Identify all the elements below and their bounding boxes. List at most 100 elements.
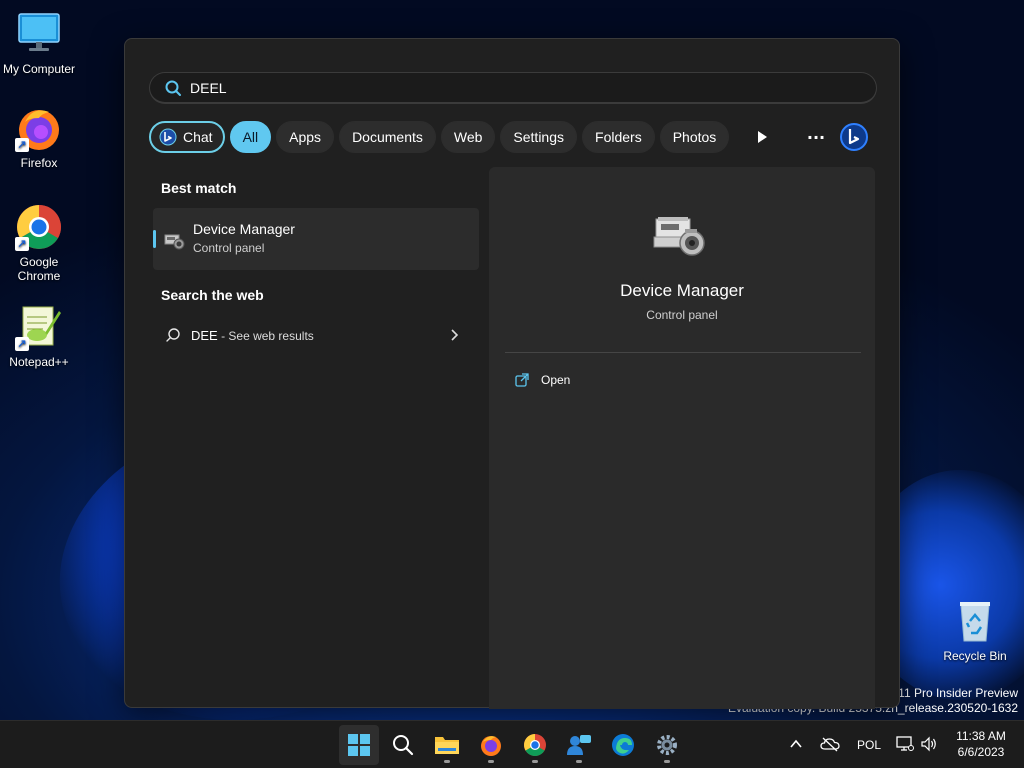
- open-action-label: Open: [541, 373, 571, 387]
- filter-label: Photos: [672, 129, 717, 145]
- network-status[interactable]: [896, 736, 914, 756]
- filter-apps[interactable]: Apps: [276, 121, 335, 153]
- device-manager-large-icon: [653, 217, 705, 256]
- desktop-icon-label: Recycle Bin: [943, 649, 1007, 663]
- web-result-text: DEE - See web results: [191, 328, 314, 343]
- search-icon: [165, 80, 181, 96]
- preview-subtitle: Control panel: [646, 308, 718, 322]
- folder-icon: [435, 737, 459, 754]
- taskbar-edge[interactable]: [603, 725, 643, 765]
- monitor-icon: [15, 10, 63, 58]
- scroll-filters-button[interactable]: [749, 121, 775, 153]
- filter-chat[interactable]: Chat: [149, 121, 225, 153]
- shortcut-arrow-icon: ↗: [15, 138, 29, 152]
- firefox-icon: [481, 736, 501, 756]
- bing-chat-icon: [159, 128, 177, 146]
- taskbar: POL 11:38 AM 6/6/2023: [0, 720, 1024, 768]
- taskbar-chrome[interactable]: [515, 725, 555, 765]
- open-external-icon: [515, 373, 529, 387]
- filter-label: Folders: [595, 129, 642, 145]
- filter-bar: Chat All Apps Documents Web Settings Fol…: [149, 121, 730, 153]
- taskbar-settings[interactable]: [647, 725, 687, 765]
- filter-label: Documents: [352, 129, 423, 145]
- running-indicator: [532, 760, 538, 763]
- desktop-icon-firefox[interactable]: ↗ Firefox: [0, 104, 79, 170]
- desktop-icon-label: My Computer: [2, 62, 76, 76]
- network-icon: [896, 736, 914, 751]
- volume-control[interactable]: [920, 736, 938, 756]
- running-indicator: [444, 760, 450, 763]
- web-result-query: DEE: [191, 327, 218, 343]
- desktop-icon-label: Google Chrome: [17, 255, 61, 283]
- shortcut-arrow-icon: ↗: [15, 337, 29, 351]
- filter-label: Apps: [289, 129, 322, 145]
- web-result-suffix: - See web results: [217, 328, 314, 343]
- search-web-heading: Search the web: [161, 287, 264, 303]
- filter-settings[interactable]: Settings: [500, 121, 578, 153]
- search-icon: [393, 735, 414, 756]
- edge-icon: [612, 734, 634, 756]
- people-icon: [567, 735, 591, 755]
- language-indicator[interactable]: POL: [857, 738, 881, 752]
- clock-date[interactable]: 6/6/2023: [951, 745, 1011, 759]
- chevron-up-icon: [790, 739, 802, 748]
- open-action[interactable]: Open: [515, 373, 570, 387]
- filter-web[interactable]: Web: [440, 121, 496, 153]
- device-manager-icon: [164, 234, 185, 250]
- chevron-right-icon: [451, 329, 459, 341]
- show-hidden-icons-button[interactable]: [788, 736, 804, 756]
- firefox-icon: ↗: [15, 104, 63, 152]
- recycle-bin-icon: [951, 597, 999, 645]
- filter-label: Settings: [513, 129, 565, 145]
- running-indicator: [664, 760, 670, 763]
- filter-documents[interactable]: Documents: [339, 121, 436, 153]
- desktop-icon-label: Firefox: [20, 156, 58, 170]
- taskbar-people-app[interactable]: [559, 725, 599, 765]
- shortcut-arrow-icon: ↗: [15, 237, 29, 251]
- desktop-icon-label: Notepad++: [9, 355, 69, 369]
- best-match-heading: Best match: [161, 180, 237, 196]
- taskbar-file-explorer[interactable]: [427, 725, 467, 765]
- result-title: Device Manager: [193, 221, 295, 237]
- filter-all[interactable]: All: [229, 121, 272, 153]
- best-match-result[interactable]: Device Manager Control panel: [153, 208, 479, 270]
- windows-logo-icon: [348, 734, 370, 756]
- chrome-icon: ↗: [15, 203, 63, 251]
- desktop-icon-chrome[interactable]: ↗ Google Chrome: [0, 203, 79, 283]
- filter-label: Web: [453, 129, 483, 145]
- filter-folders[interactable]: Folders: [582, 121, 655, 153]
- result-subtitle: Control panel: [193, 241, 265, 255]
- bing-button[interactable]: [837, 121, 871, 153]
- running-indicator: [576, 760, 582, 763]
- cloud-offline-icon: [820, 737, 840, 752]
- desktop-icon-notepad-plus-plus[interactable]: ↗ Notepad++: [0, 303, 79, 369]
- notepad-plus-plus-icon: ↗: [15, 303, 63, 351]
- divider: [505, 352, 861, 353]
- desktop-icon-recycle-bin[interactable]: Recycle Bin: [935, 597, 1015, 663]
- more-icon: ···: [806, 127, 826, 147]
- search-box[interactable]: [149, 72, 877, 104]
- filter-label: Chat: [183, 129, 213, 145]
- preview-title: Device Manager: [620, 281, 744, 300]
- taskbar-firefox[interactable]: [471, 725, 511, 765]
- filter-photos[interactable]: Photos: [659, 121, 730, 153]
- bing-icon: [840, 123, 868, 151]
- clock-time[interactable]: 11:38 AM: [951, 729, 1011, 743]
- gear-icon: [657, 735, 677, 755]
- search-icon: [166, 328, 180, 342]
- more-options-button[interactable]: ···: [801, 121, 831, 153]
- selection-indicator: [153, 230, 156, 248]
- speaker-icon: [921, 736, 936, 752]
- start-button[interactable]: [339, 725, 379, 765]
- preview-pane: Device Manager Control panel Open: [489, 167, 875, 709]
- taskbar-search-button[interactable]: [383, 725, 423, 765]
- search-input[interactable]: [190, 79, 790, 96]
- desktop-icon-my-computer[interactable]: My Computer: [0, 10, 79, 76]
- search-panel: Chat All Apps Documents Web Settings Fol…: [124, 38, 900, 709]
- filter-label: All: [242, 129, 259, 145]
- play-arrow-icon: [758, 131, 767, 143]
- chrome-icon: [524, 734, 546, 756]
- running-indicator: [488, 760, 494, 763]
- web-result[interactable]: DEE - See web results: [153, 319, 479, 351]
- onedrive-status[interactable]: [820, 736, 840, 756]
